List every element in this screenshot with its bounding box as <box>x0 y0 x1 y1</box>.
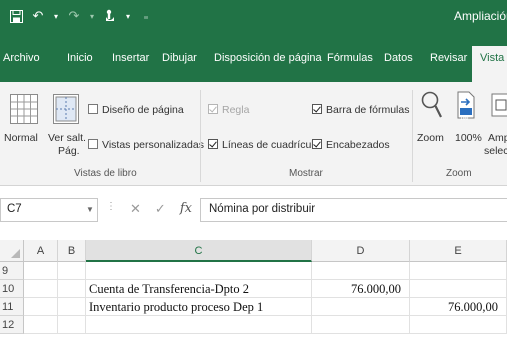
name-box-dropdown-icon[interactable]: ▼ <box>86 205 94 214</box>
undo-icon[interactable]: ↶ <box>30 8 46 24</box>
cell-d11[interactable] <box>312 298 410 316</box>
cell-b11[interactable] <box>58 298 86 316</box>
ruler-checkbox[interactable]: Regla <box>208 104 249 116</box>
row-header-11[interactable]: 11 <box>0 298 24 316</box>
page-layout-button[interactable]: Diseño de página <box>88 104 184 116</box>
ribbon-tabs: Archivo Inicio Insertar Dibujar Disposic… <box>0 34 507 82</box>
zoom-magnifier-icon[interactable] <box>421 90 443 123</box>
column-header-c[interactable]: C <box>86 240 312 262</box>
insert-function-icon[interactable]: fx <box>180 201 192 217</box>
group-separator <box>412 90 413 182</box>
column-header-a[interactable]: A <box>24 240 58 262</box>
worksheet-grid: A B C D E 9 10 Cuenta de Transferencia-D… <box>0 240 507 351</box>
headings-checkbox[interactable]: Encabezados <box>312 139 390 151</box>
title-bar: ↶ ▾ ↷ ▾ ▾ ₌ Ampliación <box>0 0 507 34</box>
row-header-10[interactable]: 10 <box>0 280 24 298</box>
cell-c10[interactable]: Cuenta de Transferencia-Dpto 2 <box>86 280 312 298</box>
column-header-e[interactable]: E <box>410 240 507 262</box>
group-separator <box>200 90 201 182</box>
touch-mode-dropdown-icon[interactable]: ▾ <box>124 8 132 24</box>
zoom-to-selection-label-1[interactable]: Amp <box>488 132 507 144</box>
tab-insertar[interactable]: Insertar <box>112 52 149 64</box>
undo-dropdown-icon[interactable]: ▾ <box>52 8 60 24</box>
cell-e11[interactable]: 76.000,00 <box>410 298 507 316</box>
touch-mode-icon[interactable] <box>102 8 118 24</box>
cell-d9[interactable] <box>312 262 410 280</box>
formula-bar-check-icon <box>312 104 322 114</box>
tab-datos[interactable]: Datos <box>384 52 413 64</box>
name-box[interactable]: C7 <box>0 198 98 222</box>
cell-e9[interactable] <box>410 262 507 280</box>
formula-input[interactable]: Nómina por distribuir <box>200 198 507 222</box>
cell-a10[interactable] <box>24 280 58 298</box>
cell-e12[interactable] <box>410 316 507 334</box>
zoom-100-button[interactable]: 100% <box>455 132 482 144</box>
custom-views-button[interactable]: Vistas personalizadas <box>88 139 204 151</box>
zoom-100-badge: 100 <box>460 116 469 122</box>
window-title: Ampliación <box>454 9 507 23</box>
cancel-icon[interactable]: ✕ <box>130 201 141 217</box>
cell-b9[interactable] <box>58 262 86 280</box>
save-icon[interactable] <box>8 8 24 24</box>
row-header-9[interactable]: 9 <box>0 262 24 280</box>
zoom-to-selection-icon[interactable] <box>491 91 507 122</box>
gridlines-check-icon <box>208 139 218 149</box>
cell-a9[interactable] <box>24 262 58 280</box>
page-layout-icon <box>88 104 98 114</box>
more-options-icon[interactable]: ⋮ <box>106 201 116 217</box>
group-label-zoom: Zoom <box>446 168 472 179</box>
redo-icon[interactable]: ↷ <box>66 8 82 24</box>
group-label-workbook-views: Vistas de libro <box>74 168 137 179</box>
row-header-12[interactable]: 12 <box>0 316 24 334</box>
cell-b10[interactable] <box>58 280 86 298</box>
headings-check-icon <box>312 139 322 149</box>
select-all-triangle-icon <box>11 249 20 258</box>
cell-e10[interactable] <box>410 280 507 298</box>
page-break-preview-label-2[interactable]: Pág. <box>58 145 80 157</box>
formula-bar-checkbox[interactable]: Barra de fórmulas <box>312 104 409 116</box>
cell-b12[interactable] <box>58 316 86 334</box>
formula-bar: C7 ▼ ⋮ ✕ ✓ fx Nómina por distribuir <box>0 186 507 232</box>
custom-views-icon <box>88 139 98 149</box>
quick-access-toolbar: ↶ ▾ ↷ ▾ ▾ ₌ <box>8 8 154 24</box>
redo-dropdown-icon[interactable]: ▾ <box>88 8 96 24</box>
enter-icon[interactable]: ✓ <box>155 201 166 217</box>
ruler-check-icon <box>208 104 218 114</box>
formula-bar-buttons: ⋮ ✕ ✓ fx <box>106 201 192 217</box>
tab-inicio[interactable]: Inicio <box>67 52 93 64</box>
gridlines-checkbox[interactable]: Líneas de cuadrícula <box>208 139 319 151</box>
zoom-button[interactable]: Zoom <box>417 132 444 144</box>
cell-c11[interactable]: Inventario producto proceso Dep 1 <box>86 298 312 316</box>
column-header-d[interactable]: D <box>312 240 410 262</box>
tab-disposicion-de-pagina[interactable]: Disposición de página <box>214 52 322 64</box>
ribbon-panel: Normal Ver salt. Pág. Diseño de página V… <box>0 82 507 186</box>
cell-d12[interactable] <box>312 316 410 334</box>
select-all-button[interactable] <box>0 240 24 262</box>
tab-formulas[interactable]: Fórmulas <box>327 52 373 64</box>
tab-vista[interactable]: Vista <box>472 46 507 82</box>
tab-revisar[interactable]: Revisar <box>430 52 467 64</box>
cell-c9[interactable] <box>86 262 312 280</box>
zoom-to-selection-label-2[interactable]: selec <box>484 145 507 157</box>
group-label-show: Mostrar <box>289 168 323 179</box>
column-header-b[interactable]: B <box>58 240 86 262</box>
cell-a12[interactable] <box>24 316 58 334</box>
page-break-preview-label-1[interactable]: Ver salt. <box>48 132 86 144</box>
tab-dibujar[interactable]: Dibujar <box>162 52 197 64</box>
cell-d10[interactable]: 76.000,00 <box>312 280 410 298</box>
page-break-preview-icon[interactable] <box>53 94 79 124</box>
customize-icon[interactable]: ₌ <box>138 8 154 24</box>
cell-a11[interactable] <box>24 298 58 316</box>
cell-c12[interactable] <box>86 316 312 334</box>
normal-view-icon[interactable] <box>10 94 38 124</box>
tab-archivo[interactable]: Archivo <box>3 52 40 64</box>
normal-view-button[interactable]: Normal <box>4 132 38 144</box>
